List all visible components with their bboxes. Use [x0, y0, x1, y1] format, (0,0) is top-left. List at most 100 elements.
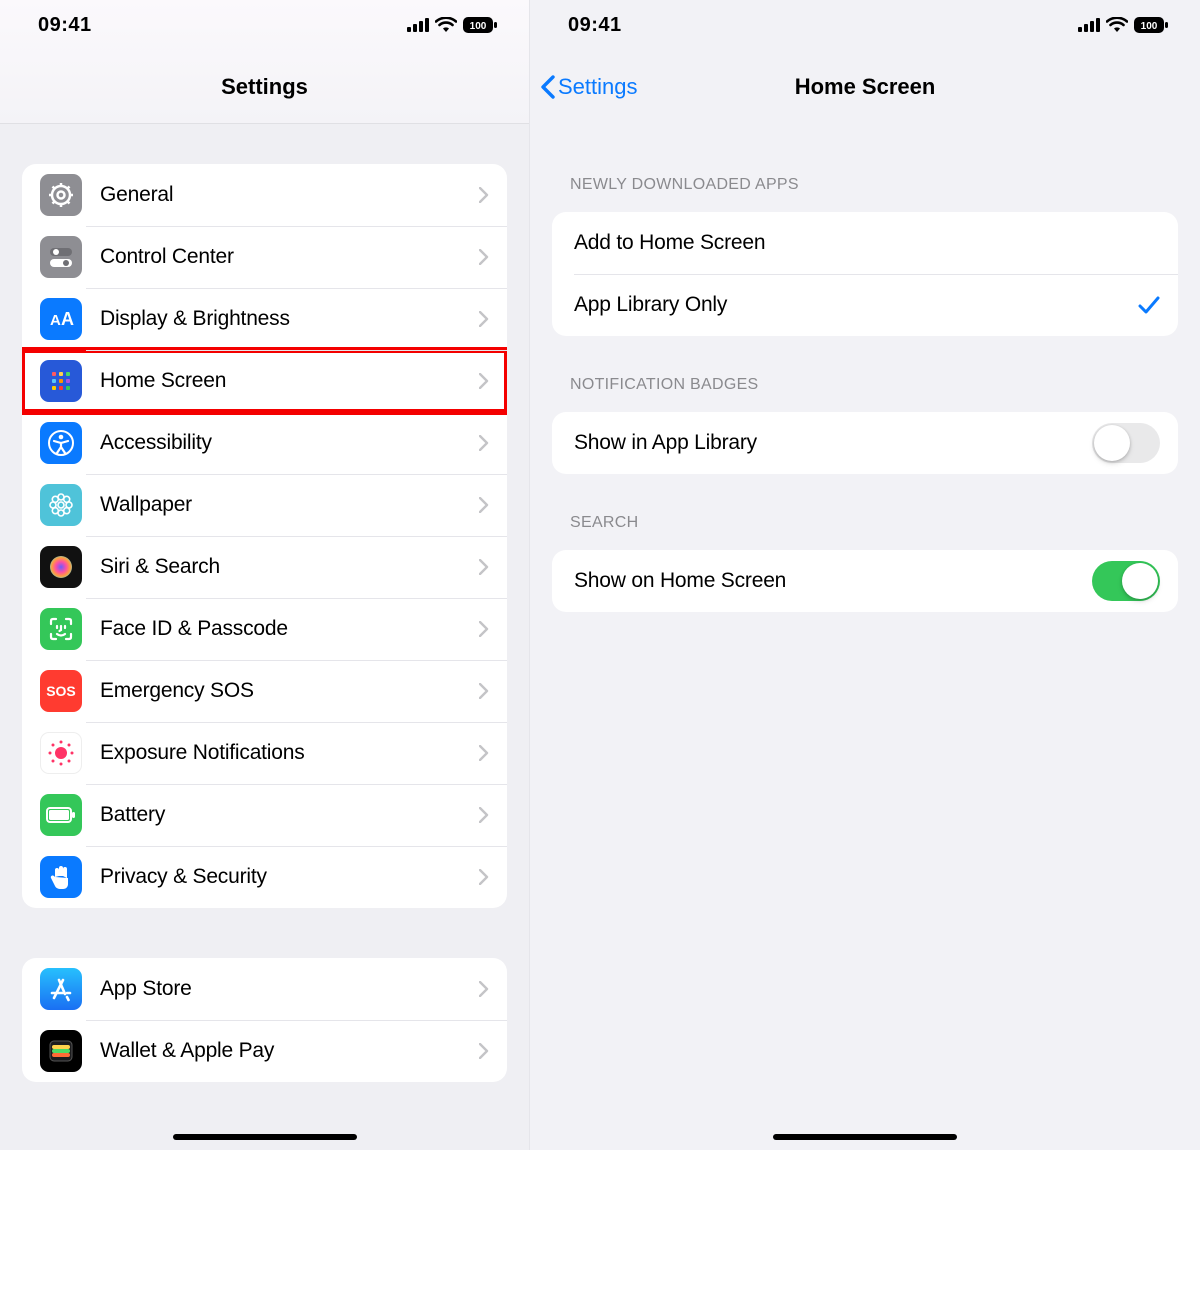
- settings-row-exposure-notifications[interactable]: Exposure Notifications: [22, 722, 507, 784]
- settings-title: Settings: [0, 74, 529, 100]
- settings-row-battery[interactable]: Battery: [22, 784, 507, 846]
- gear-icon: [40, 174, 82, 216]
- chevron-right-icon: [479, 249, 489, 265]
- row-label: Privacy & Security: [100, 865, 479, 889]
- row-label: Show in App Library: [574, 431, 1092, 455]
- grid-icon: [40, 360, 82, 402]
- section-header: SEARCH: [570, 514, 1160, 532]
- section-header: NEWLY DOWNLOADED APPS: [570, 176, 1160, 194]
- option-app-library-only[interactable]: App Library Only: [552, 274, 1178, 336]
- section-notification-badges: Show in App Library: [552, 412, 1178, 474]
- svg-text:100: 100: [470, 21, 487, 32]
- wifi-icon: [1106, 17, 1128, 33]
- settings-row-emergency-sos[interactable]: SOS Emergency SOS: [22, 660, 507, 722]
- status-time: 09:41: [568, 14, 622, 37]
- row-label: Home Screen: [100, 369, 479, 393]
- status-bar: 09:41 100: [530, 0, 1200, 50]
- toggle-show-on-home-screen[interactable]: Show on Home Screen: [552, 550, 1178, 612]
- settings-row-control-center[interactable]: Control Center: [22, 226, 507, 288]
- row-label: Display & Brightness: [100, 307, 479, 331]
- svg-text:A: A: [50, 312, 61, 329]
- sos-icon: SOS: [40, 670, 82, 712]
- row-label: General: [100, 183, 479, 207]
- row-label: Exposure Notifications: [100, 741, 479, 765]
- section-newly-downloaded: Add to Home Screen App Library Only: [552, 212, 1178, 336]
- settings-row-siri-search[interactable]: Siri & Search: [22, 536, 507, 598]
- wallet-icon: [40, 1030, 82, 1072]
- settings-row-display-brightness[interactable]: AA Display & Brightness: [22, 288, 507, 350]
- appstore-icon: [40, 968, 82, 1010]
- chevron-right-icon: [479, 559, 489, 575]
- settings-group-store: App Store Wallet & Apple Pay: [22, 958, 507, 1082]
- exposure-icon: [40, 732, 82, 774]
- section-search: Show on Home Screen: [552, 550, 1178, 612]
- back-button[interactable]: Settings: [530, 74, 638, 100]
- faceid-icon: [40, 608, 82, 650]
- status-indicators: 100: [1078, 17, 1168, 33]
- status-indicators: 100: [407, 17, 497, 33]
- accessibility-icon: [40, 422, 82, 464]
- settings-row-app-store[interactable]: App Store: [22, 958, 507, 1020]
- settings-row-privacy-security[interactable]: Privacy & Security: [22, 846, 507, 908]
- battery-icon: 100: [1134, 17, 1168, 33]
- option-add-to-home-screen[interactable]: Add to Home Screen: [552, 212, 1178, 274]
- status-time: 09:41: [38, 14, 92, 37]
- home-nav-header: Settings Home Screen: [530, 50, 1200, 124]
- row-label: Add to Home Screen: [574, 231, 1160, 255]
- switches-icon: [40, 236, 82, 278]
- chevron-right-icon: [479, 869, 489, 885]
- settings-row-general[interactable]: General: [22, 164, 507, 226]
- row-label: Battery: [100, 803, 479, 827]
- settings-row-wallpaper[interactable]: Wallpaper: [22, 474, 507, 536]
- chevron-right-icon: [479, 497, 489, 513]
- chevron-right-icon: [479, 187, 489, 203]
- row-label: Accessibility: [100, 431, 479, 455]
- aa-icon: AA: [40, 298, 82, 340]
- svg-text:A: A: [61, 309, 74, 329]
- settings-row-faceid-passcode[interactable]: Face ID & Passcode: [22, 598, 507, 660]
- row-label: Show on Home Screen: [574, 569, 1092, 593]
- chevron-right-icon: [479, 373, 489, 389]
- row-label: Face ID & Passcode: [100, 617, 479, 641]
- section-header: NOTIFICATION BADGES: [570, 376, 1160, 394]
- toggle-switch[interactable]: [1092, 561, 1160, 601]
- home-indicator: [173, 1134, 357, 1140]
- settings-row-accessibility[interactable]: Accessibility: [22, 412, 507, 474]
- home-screen-settings: 09:41 100 Settings Home Screen NEWLY DOW…: [530, 0, 1200, 1150]
- chevron-right-icon: [479, 435, 489, 451]
- battery-icon: 100: [463, 17, 497, 33]
- hand-icon: [40, 856, 82, 898]
- chevron-left-icon: [540, 75, 556, 99]
- cellular-icon: [407, 18, 429, 32]
- cellular-icon: [1078, 18, 1100, 32]
- siri-icon: [40, 546, 82, 588]
- chevron-right-icon: [479, 981, 489, 997]
- status-bar: 09:41 100: [0, 0, 529, 50]
- settings-nav-header: Settings: [0, 50, 529, 124]
- toggle-switch[interactable]: [1092, 423, 1160, 463]
- row-label: Emergency SOS: [100, 679, 479, 703]
- flower-icon: [40, 484, 82, 526]
- row-label: Control Center: [100, 245, 479, 269]
- settings-group-general: General Control Center AA Display & Brig…: [22, 164, 507, 908]
- row-label: App Store: [100, 977, 479, 1001]
- settings-row-wallet-apple-pay[interactable]: Wallet & Apple Pay: [22, 1020, 507, 1082]
- svg-text:100: 100: [1141, 21, 1158, 32]
- row-label: Wallet & Apple Pay: [100, 1039, 479, 1063]
- battery-icon: [40, 794, 82, 836]
- settings-screen: 09:41 100 Settings General Control Cente…: [0, 0, 530, 1150]
- settings-row-home-screen[interactable]: Home Screen: [22, 350, 507, 412]
- chevron-right-icon: [479, 621, 489, 637]
- wifi-icon: [435, 17, 457, 33]
- chevron-right-icon: [479, 745, 489, 761]
- back-label: Settings: [558, 74, 638, 100]
- checkmark-icon: [1138, 295, 1160, 315]
- row-label: Siri & Search: [100, 555, 479, 579]
- toggle-show-in-app-library[interactable]: Show in App Library: [552, 412, 1178, 474]
- chevron-right-icon: [479, 311, 489, 327]
- chevron-right-icon: [479, 1043, 489, 1059]
- home-indicator: [773, 1134, 957, 1140]
- chevron-right-icon: [479, 683, 489, 699]
- chevron-right-icon: [479, 807, 489, 823]
- row-label: App Library Only: [574, 293, 1138, 317]
